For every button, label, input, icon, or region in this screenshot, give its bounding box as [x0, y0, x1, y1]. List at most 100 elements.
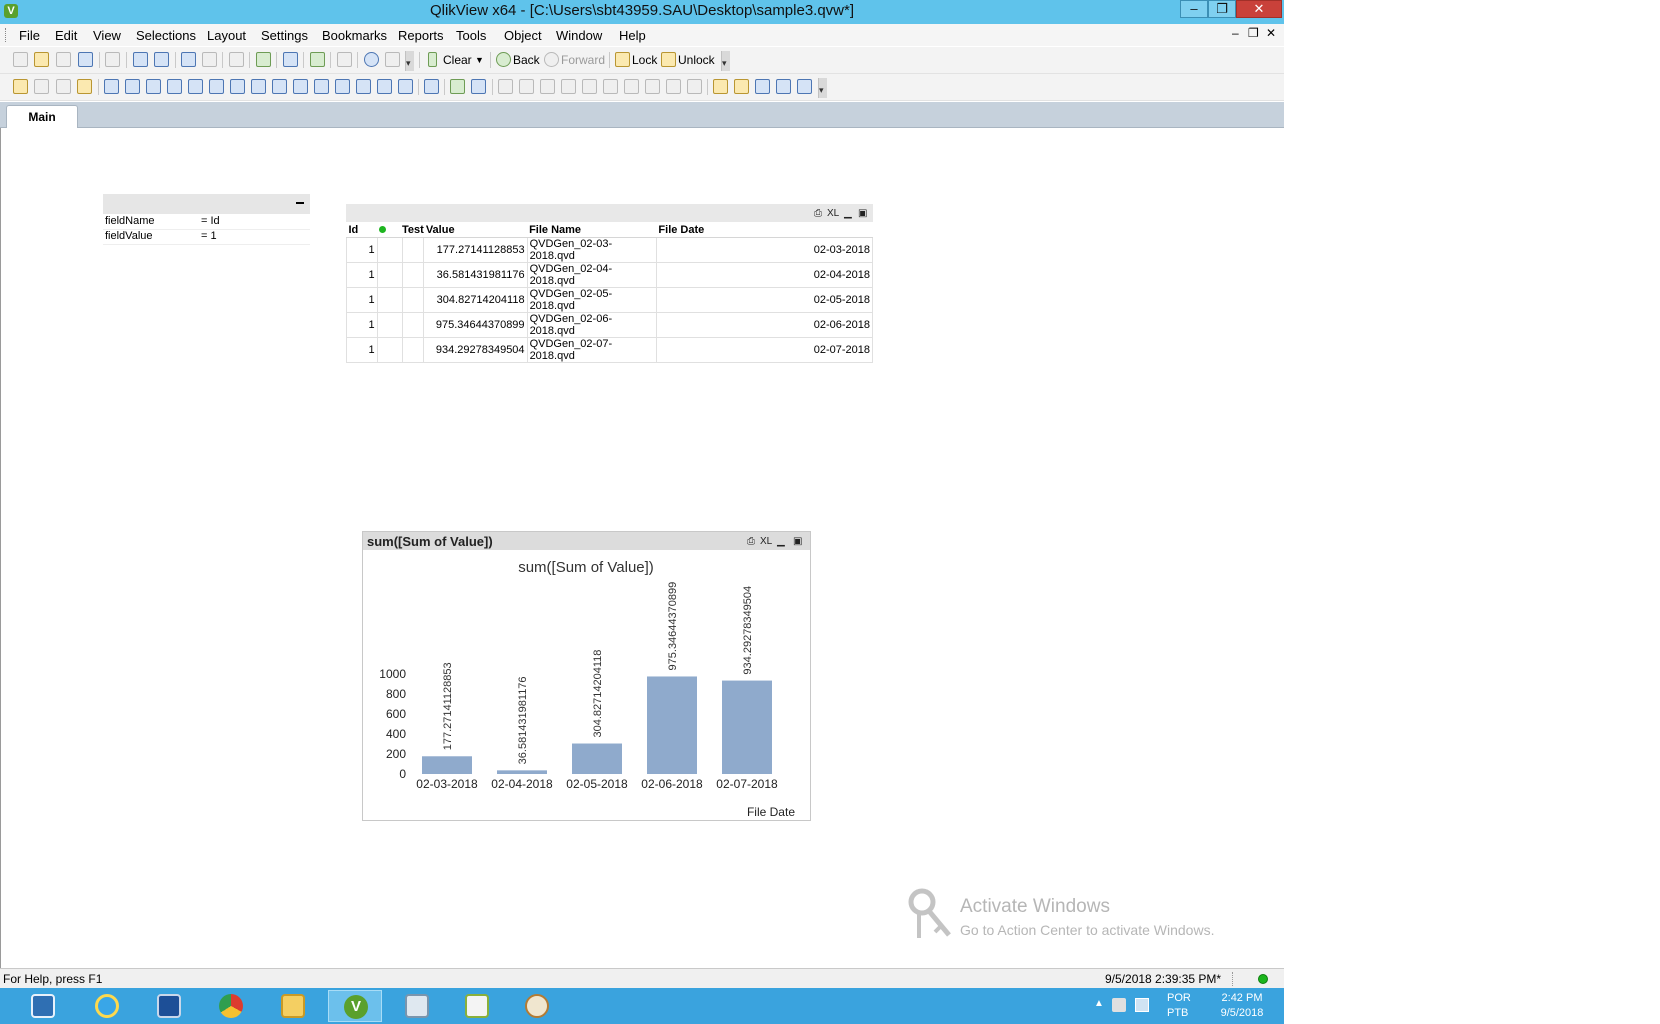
- cell-file-name[interactable]: QVDGen_02-07-2018.qvd: [526, 337, 657, 363]
- cell-file-name[interactable]: QVDGen_02-04-2018.qvd: [526, 262, 657, 288]
- cell-test[interactable]: [376, 312, 403, 338]
- menu-selections[interactable]: Selections: [136, 28, 196, 43]
- current-selections-caption[interactable]: [103, 194, 310, 214]
- taskbar-paint[interactable]: [510, 990, 564, 1022]
- custom-object-icon[interactable]: [398, 79, 413, 94]
- menu-help[interactable]: Help: [619, 28, 646, 43]
- tab-main[interactable]: Main: [6, 105, 78, 129]
- taskbar-task-manager[interactable]: [390, 990, 444, 1022]
- column-header-file-name[interactable]: File Name: [527, 223, 657, 238]
- help-icon[interactable]: [364, 52, 379, 67]
- cell-test[interactable]: [376, 287, 403, 313]
- cell-spacer[interactable]: [401, 312, 425, 338]
- cell-value[interactable]: 36.581431981176: [423, 262, 528, 288]
- cell-file-date[interactable]: 02-06-2018: [655, 312, 874, 338]
- menu-window[interactable]: Window: [556, 28, 602, 43]
- sheet-properties-icon[interactable]: [34, 79, 49, 94]
- save-icon[interactable]: [78, 52, 93, 67]
- unlock-icon[interactable]: [661, 52, 676, 67]
- cell-test[interactable]: [376, 337, 403, 363]
- multi-box-icon[interactable]: [146, 79, 161, 94]
- taskbar-internet-explorer[interactable]: [80, 990, 134, 1022]
- network-icon[interactable]: [1135, 998, 1149, 1012]
- table-box-icon[interactable]: [167, 79, 182, 94]
- taskbar-server-manager[interactable]: [16, 990, 70, 1022]
- slider-object-icon[interactable]: [314, 79, 329, 94]
- statistics-box-icon[interactable]: [125, 79, 140, 94]
- input-language-indicator[interactable]: POR PTB: [1167, 991, 1191, 1021]
- new-document-icon[interactable]: [13, 52, 28, 67]
- table-viewer-icon[interactable]: [776, 79, 791, 94]
- print-icon[interactable]: ⎙: [814, 208, 822, 219]
- taskbar-outlook[interactable]: [142, 990, 196, 1022]
- lock-button[interactable]: Lock: [632, 53, 657, 67]
- adjust-left-icon[interactable]: [666, 79, 681, 94]
- cell-id[interactable]: 1: [346, 262, 378, 288]
- title-bar[interactable]: V QlikView x64 - [C:\Users\sbt43959.SAU\…: [0, 0, 1284, 24]
- container-icon[interactable]: [377, 79, 392, 94]
- toolbar-overflow-grip[interactable]: [721, 51, 730, 71]
- column-header-value[interactable]: Value: [423, 223, 528, 238]
- toolbar-overflow-grip[interactable]: [818, 78, 827, 98]
- mdi-restore-button[interactable]: ❐: [1248, 26, 1259, 40]
- align-center-icon[interactable]: [519, 79, 534, 94]
- cell-spacer[interactable]: [401, 337, 425, 363]
- column-header-id[interactable]: Id: [346, 223, 378, 238]
- minimize-icon[interactable]: ▁: [777, 536, 785, 547]
- forward-arrow-icon[interactable]: [544, 52, 559, 67]
- search-icon[interactable]: [229, 52, 244, 67]
- cell-spacer[interactable]: [401, 262, 425, 288]
- check-selection-icon[interactable]: [256, 52, 271, 67]
- clear-icon[interactable]: [428, 52, 437, 67]
- align-right-icon[interactable]: [540, 79, 555, 94]
- maximize-icon[interactable]: ▣: [858, 208, 867, 219]
- column-header-test[interactable]: Test: [402, 223, 424, 238]
- align-middle-icon[interactable]: [582, 79, 597, 94]
- mdi-close-button[interactable]: ✕: [1266, 26, 1276, 40]
- cell-file-name[interactable]: QVDGen_02-05-2018.qvd: [526, 287, 657, 313]
- bookmark-star-icon[interactable]: [310, 52, 325, 67]
- cell-test[interactable]: [376, 262, 403, 288]
- open-folder-icon[interactable]: [34, 52, 49, 67]
- cell-file-date[interactable]: 02-05-2018: [655, 287, 874, 313]
- chevron-down-icon[interactable]: ▼: [475, 55, 484, 65]
- cell-id[interactable]: 1: [346, 237, 378, 263]
- chart-bar[interactable]: [647, 676, 697, 774]
- input-box-icon[interactable]: [209, 79, 224, 94]
- current-selections-icon[interactable]: [230, 79, 245, 94]
- menu-tools[interactable]: Tools: [456, 28, 486, 43]
- taskbar-notepad-chart[interactable]: [450, 990, 504, 1022]
- table-box[interactable]: ⎙ XL ▁ ▣ Id Test Value File Name File Da…: [346, 204, 874, 363]
- space-vertical-icon[interactable]: [645, 79, 660, 94]
- button-object-icon[interactable]: [251, 79, 266, 94]
- chart-caption[interactable]: sum([Sum of Value]) ⎙ XL ▁ ▣: [363, 532, 810, 550]
- menu-bookmarks[interactable]: Bookmarks: [322, 28, 387, 43]
- cell-value[interactable]: 934.29278349504: [423, 337, 528, 363]
- edit-properties-icon[interactable]: [755, 79, 770, 94]
- reload-data-icon[interactable]: [154, 52, 169, 67]
- bookmark-object-icon[interactable]: [335, 79, 350, 94]
- menu-object[interactable]: Object: [504, 28, 542, 43]
- menu-edit[interactable]: Edit: [55, 28, 77, 43]
- cell-file-date[interactable]: 02-04-2018: [655, 262, 874, 288]
- context-help-icon[interactable]: [385, 52, 400, 67]
- edit-module-icon[interactable]: [337, 52, 352, 67]
- xl-icon[interactable]: XL: [827, 208, 839, 219]
- cell-file-name[interactable]: QVDGen_02-03-2018.qvd: [526, 237, 657, 263]
- column-header-test-icon[interactable]: [377, 223, 403, 238]
- taskbar-clock[interactable]: 2:42 PM 9/5/2018: [1208, 991, 1276, 1021]
- cell-file-date[interactable]: 02-07-2018: [655, 337, 874, 363]
- align-top-icon[interactable]: [603, 79, 618, 94]
- line-arrow-icon[interactable]: [293, 79, 308, 94]
- print-icon[interactable]: ⎙: [747, 536, 755, 547]
- cell-spacer[interactable]: [401, 287, 425, 313]
- chart-bar[interactable]: [497, 770, 547, 774]
- table-row[interactable]: 1 177.27141128853 QVDGen_02-03-2018.qvd 02-…: [346, 237, 874, 263]
- current-selections-box[interactable]: fieldName = Id fieldValue = 1: [103, 194, 310, 246]
- cell-file-name[interactable]: QVDGen_02-06-2018.qvd: [526, 312, 657, 338]
- table-row[interactable]: 1 934.29278349504 QVDGen_02-07-2018.qvd 02-…: [346, 337, 874, 363]
- search-object-icon[interactable]: [356, 79, 371, 94]
- edit-script-icon[interactable]: [133, 52, 148, 67]
- toolbar-overflow-grip[interactable]: [405, 51, 414, 71]
- grid-icon[interactable]: [471, 79, 486, 94]
